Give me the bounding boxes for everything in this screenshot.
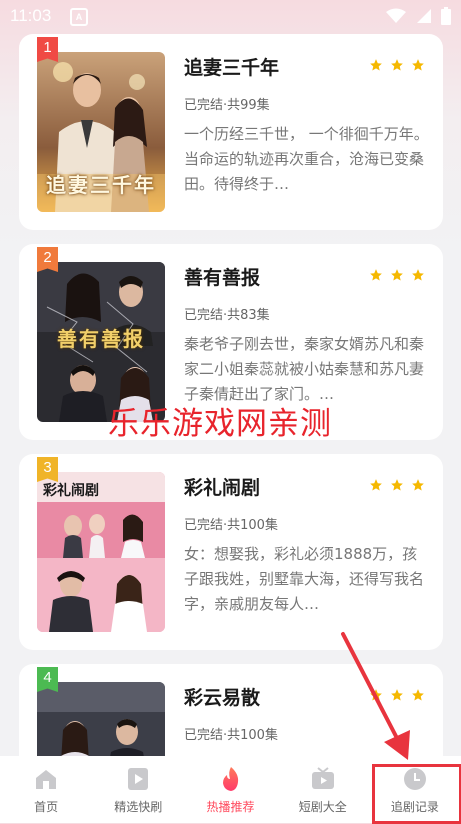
star-icon bbox=[369, 479, 382, 491]
star-icon bbox=[412, 59, 424, 71]
poster-image bbox=[37, 682, 165, 756]
drama-description: 女：想娶我，彩礼必须1888万，孩子跟我姓，别墅靠大海，还得写我名字，亲戚朋友每… bbox=[184, 545, 425, 613]
tab-label: 精选快刷 bbox=[114, 800, 163, 814]
tab-all-dramas[interactable]: 短剧大全 bbox=[277, 756, 369, 823]
drama-meta: 已完结·共100集 bbox=[184, 518, 278, 533]
drama-feed[interactable]: 1 追妻三千年 追妻三千年 已完结·共99集 一个历经三千世， 一个徘徊千万年。… bbox=[0, 0, 461, 756]
poster-title: 追妻三千年 bbox=[46, 173, 156, 197]
star-icon bbox=[412, 689, 424, 701]
star-icon bbox=[369, 689, 382, 701]
star-icon bbox=[369, 59, 382, 71]
star-icon bbox=[391, 689, 403, 701]
poster-title: 善有善报 bbox=[57, 327, 145, 351]
play-card-icon bbox=[128, 768, 149, 790]
drama-title[interactable]: 追妻三千年 bbox=[184, 53, 279, 80]
star-icon bbox=[369, 269, 382, 281]
rating-stars bbox=[367, 687, 425, 706]
star-icon bbox=[391, 479, 403, 491]
tab-label: 短剧大全 bbox=[298, 800, 347, 814]
rating-stars bbox=[367, 477, 425, 496]
bottom-tab-bar: 首页 精选快刷 热播推荐 短剧大全 追剧记录 bbox=[0, 756, 461, 823]
flame-icon bbox=[222, 767, 238, 791]
drama-poster[interactable]: 追妻三千年 bbox=[37, 52, 165, 212]
drama-card[interactable]: 1 追妻三千年 追妻三千年 已完结·共99集 一个历经三千世， 一个徘徊千万年。… bbox=[19, 34, 443, 230]
star-icon bbox=[412, 269, 424, 281]
drama-meta: 已完结·共83集 bbox=[184, 308, 270, 323]
tab-label: 热播推荐 bbox=[206, 800, 255, 814]
drama-title[interactable]: 彩云易散 bbox=[184, 683, 260, 710]
drama-meta: 已完结·共99集 bbox=[184, 98, 270, 113]
tab-hot[interactable]: 热播推荐 bbox=[184, 756, 276, 823]
drama-poster[interactable] bbox=[37, 682, 165, 756]
star-icon bbox=[391, 59, 403, 71]
tab-label: 首页 bbox=[34, 800, 59, 814]
drama-card[interactable]: 4 彩云易散 已完结·共100集 bbox=[19, 664, 443, 756]
star-icon bbox=[412, 479, 424, 491]
rank-badge: 2 bbox=[37, 247, 58, 272]
star-icon bbox=[391, 269, 403, 281]
home-icon bbox=[36, 770, 57, 789]
drama-description: 秦老爷子刚去世，秦家女婿苏凡和秦家二小姐秦蕊就被小姑秦慧和苏凡妻子秦倩赶出了家门… bbox=[184, 335, 425, 403]
drama-title[interactable]: 善有善报 bbox=[184, 263, 260, 290]
drama-description: 一个历经三千世， 一个徘徊千万年。 当命运的轨迹再次重合，沧海已变桑田。待得终于… bbox=[184, 125, 429, 193]
rank-badge: 3 bbox=[37, 457, 58, 482]
drama-meta: 已完结·共100集 bbox=[184, 728, 278, 743]
clock-icon bbox=[403, 768, 426, 790]
rating-stars bbox=[367, 57, 425, 76]
drama-title[interactable]: 彩礼闹剧 bbox=[184, 473, 260, 500]
tab-watch-history[interactable]: 追剧记录 bbox=[369, 756, 461, 823]
watermark-text: 乐乐游戏网亲测 bbox=[108, 406, 332, 442]
drama-poster[interactable]: 彩礼闹剧 bbox=[37, 472, 165, 632]
tv-icon bbox=[311, 767, 334, 789]
tab-label: 追剧记录 bbox=[390, 800, 439, 814]
rating-stars bbox=[367, 267, 425, 286]
rank-badge: 1 bbox=[37, 37, 58, 62]
drama-card[interactable]: 3 彩礼闹剧 彩礼闹剧 已完结·共100集 女：想娶我，彩礼必须1888万，孩子… bbox=[19, 454, 443, 650]
rank-badge: 4 bbox=[37, 667, 58, 692]
poster-title: 彩礼闹剧 bbox=[43, 483, 99, 499]
tab-home[interactable]: 首页 bbox=[0, 756, 92, 823]
tab-featured[interactable]: 精选快刷 bbox=[92, 756, 184, 823]
